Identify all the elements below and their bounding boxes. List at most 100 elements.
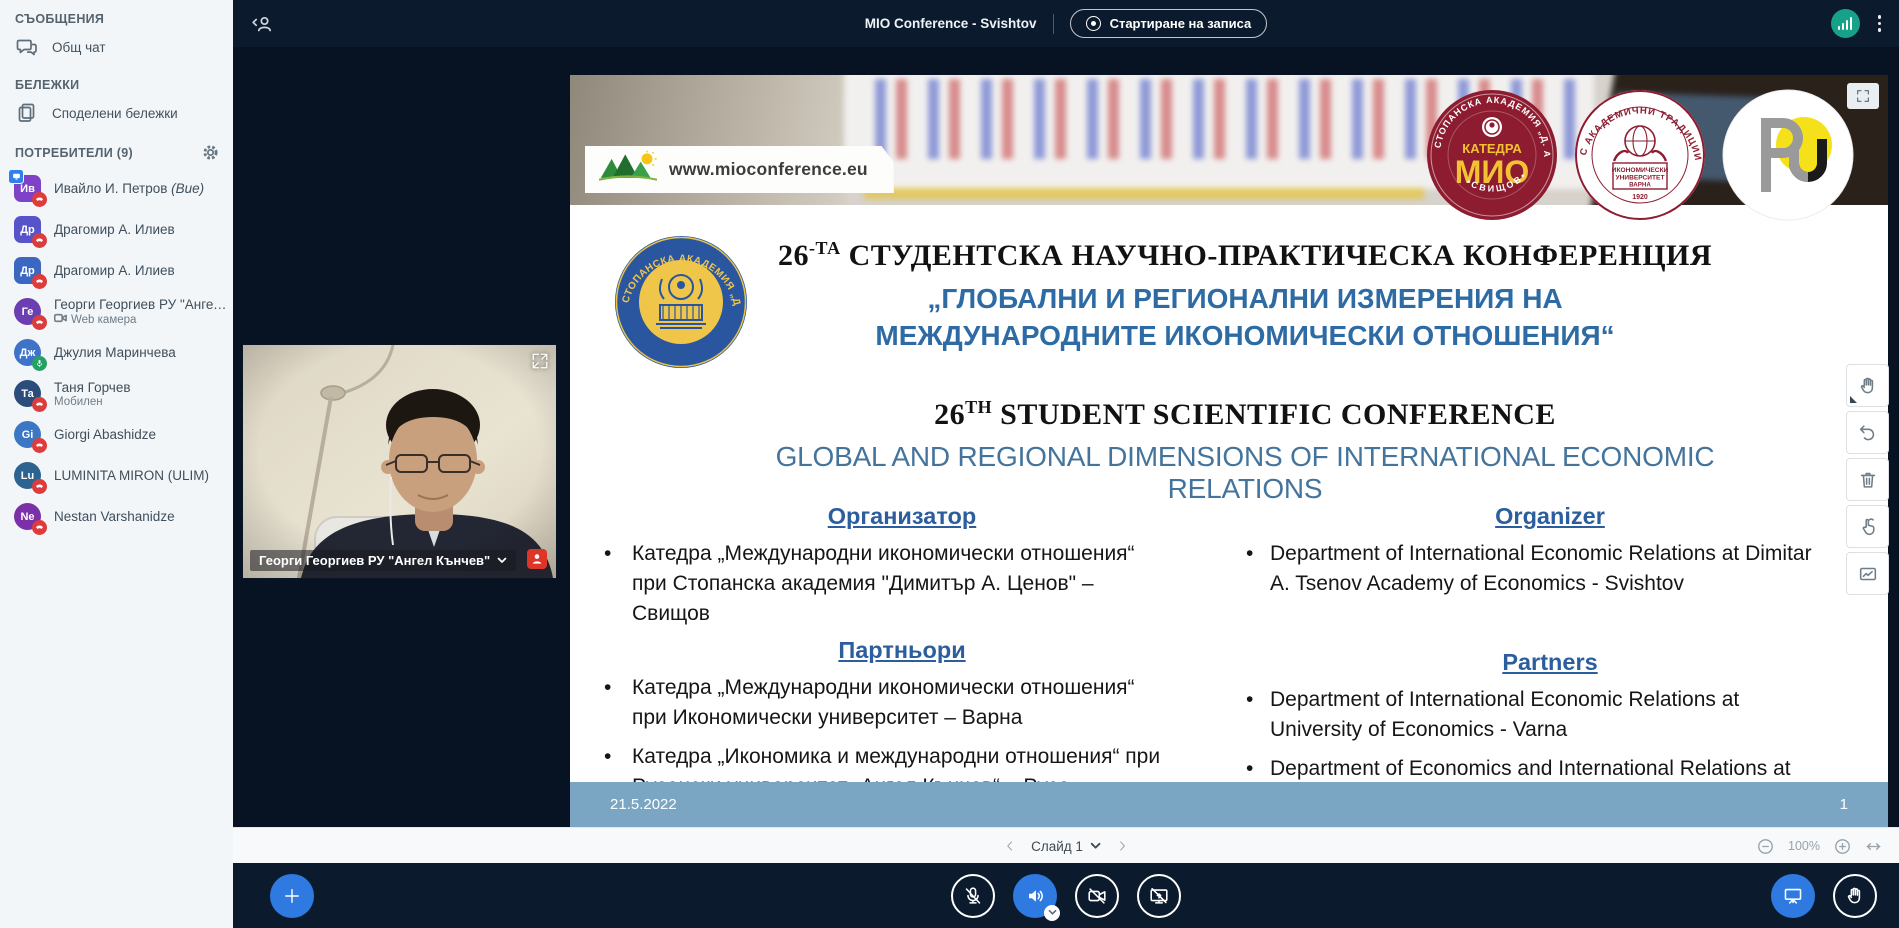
avatar: Та: [14, 380, 41, 407]
zoom-out-button[interactable]: [1756, 837, 1775, 856]
minimize-presentation-button[interactable]: [1771, 874, 1815, 918]
whiteboard-toolbar: [1846, 364, 1889, 595]
pan-tool-button[interactable]: [1846, 364, 1889, 407]
speaker-icon: [1024, 885, 1046, 907]
notes-section-header: БЕЛЕЖКИ: [0, 78, 233, 92]
mute-microphone-button[interactable]: [951, 874, 995, 918]
tsenov-academy-logo: СТОПАНСКА АКАДЕМИЯ „Д. А. ЦЕНОВ“ • Свищо…: [614, 235, 748, 369]
user-list-item[interactable]: Ге Георги Георгиев РУ "Ангел Кънч... Web…: [0, 291, 233, 332]
notes-icon: [15, 101, 39, 125]
start-recording-button[interactable]: Стартиране на записа: [1070, 9, 1268, 38]
avatar: Дж: [14, 339, 41, 366]
undo-annotation-button[interactable]: [1846, 411, 1889, 454]
mobile-status: Мобилен: [54, 396, 131, 408]
listen-only-badge-icon: [32, 274, 47, 289]
sidebar-item-shared-notes[interactable]: Споделени бележки: [0, 92, 233, 134]
listen-only-badge-icon: [32, 520, 47, 535]
public-chat-label: Общ чат: [52, 40, 106, 55]
slide-titles: 26-ТА СТУДЕНТСКА НАУЧНО-ПРАКТИЧЕСКА КОНФ…: [710, 238, 1780, 505]
listen-only-badge-icon: [32, 397, 47, 412]
avatar: Ne: [14, 503, 41, 530]
listen-only-badge-icon: [32, 315, 47, 330]
share-webcam-button[interactable]: [1075, 874, 1119, 918]
presentation-fullscreen-button[interactable]: [1847, 83, 1879, 109]
conference-theme-bg: „ГЛОБАЛНИ И РЕГИОНАЛНИ ИЗМЕРЕНИЯ НА МЕЖД…: [710, 280, 1780, 354]
organizer-bullet: Катедра „Международни икономически отнош…: [592, 539, 1172, 629]
avatar: Gi: [14, 421, 41, 448]
organizer-column-bg: Организатор Катедра „Международни иконом…: [592, 503, 1212, 802]
user-list-item[interactable]: Др Драгомир А. Илиев: [0, 209, 233, 250]
listen-only-badge-icon: [32, 233, 47, 248]
chevron-down-icon: [1090, 842, 1101, 850]
svg-text:ВАРНА: ВАРНА: [1629, 182, 1651, 189]
listen-only-badge-icon: [32, 479, 47, 494]
katedra-mio-logo: СТОПАНСКА АКАДЕМИЯ „Д. А. ЦЕНОВ“ КАТЕДРА…: [1426, 89, 1558, 221]
undo-icon: [1857, 422, 1879, 444]
multiuser-whiteboard-button[interactable]: [1846, 552, 1889, 595]
ruse-university-logo: [1722, 89, 1854, 221]
sidebar: СЪОБЩЕНИЯ Общ чат БЕЛЕЖКИ Споделени беле…: [0, 0, 233, 928]
zoom-in-button[interactable]: [1833, 837, 1852, 856]
presentation-nav-bar: Слайд 1 100%: [233, 827, 1899, 864]
messages-section-header: СЪОБЩЕНИЯ: [0, 12, 233, 26]
partner-bullet: Department of International Economic Rel…: [1234, 685, 1830, 745]
chevron-down-icon: [497, 557, 507, 564]
organizer-header-bg: Организатор: [592, 503, 1212, 530]
actions-plus-button[interactable]: [270, 874, 314, 918]
screenshare-off-icon: [1148, 885, 1170, 907]
user-list-item[interactable]: Gi Giorgi Abashidze: [0, 414, 233, 455]
next-slide-button[interactable]: [1115, 839, 1129, 853]
fit-width-button[interactable]: [1864, 837, 1883, 856]
presenter-badge-icon: [8, 169, 24, 184]
raise-hand-button[interactable]: [1833, 874, 1877, 918]
toggle-userlist-button[interactable]: [249, 12, 275, 36]
bigbluebutton-app: СЪОБЩЕНИЯ Общ чат БЕЛЕЖКИ Споделени беле…: [0, 0, 1899, 928]
presentation-slide[interactable]: www.mioconference.eu СТОПАНСКА АКАДЕМИЯ …: [570, 75, 1888, 827]
audio-settings-button[interactable]: [1013, 874, 1057, 918]
user-list-item[interactable]: Ne Nestan Varshanidze: [0, 496, 233, 537]
users-settings-gear-icon[interactable]: [202, 144, 219, 164]
whiteboard-chart-icon: [1857, 563, 1879, 585]
shared-notes-label: Споделени бележки: [52, 106, 178, 121]
partner-bullet: Катедра „Международни икономически отнош…: [592, 673, 1172, 733]
sidebar-item-public-chat[interactable]: Общ чат: [0, 26, 233, 68]
conference-website-label: www.mioconference.eu: [585, 146, 894, 193]
user-list-item[interactable]: Ив Ивайло И. Петров (Вие): [0, 168, 233, 209]
listen-only-badge-icon: [32, 192, 47, 207]
conference-title-bg: 26-ТА СТУДЕНТСКА НАУЧНО-ПРАКТИЧЕСКА КОНФ…: [710, 238, 1780, 273]
svg-text:1920: 1920: [1632, 194, 1648, 201]
raised-hand-icon: [1844, 885, 1866, 907]
clear-annotations-button[interactable]: [1846, 458, 1889, 501]
zoom-level: 100%: [1787, 839, 1821, 853]
webcam-video[interactable]: Георги Георгиев РУ "Ангел Кънчев": [243, 345, 556, 578]
slide-date: 21.5.2022: [610, 796, 677, 813]
partner-logos: СТОПАНСКА АКАДЕМИЯ „Д. А. ЦЕНОВ“ КАТЕДРА…: [1426, 89, 1854, 221]
avatar: Др: [14, 257, 41, 284]
user-list-item[interactable]: Др Драгомир А. Илиев: [0, 250, 233, 291]
avatar: Lu: [14, 462, 41, 489]
pointer-tool-button[interactable]: [1846, 505, 1889, 548]
slide-page-number: 1: [1840, 796, 1848, 813]
options-menu-button[interactable]: [1874, 11, 1886, 36]
share-screen-button[interactable]: [1137, 874, 1181, 918]
conference-title-en: 26TH STUDENT SCIENTIFIC CONFERENCE: [710, 397, 1780, 432]
previous-slide-button[interactable]: [1003, 839, 1017, 853]
user-list-item[interactable]: Та Таня Горчев Мобилен: [0, 373, 233, 414]
svg-text:ИКОНОМИЧЕСКИ: ИКОНОМИЧЕСКИ: [1612, 167, 1669, 174]
slide-footer: 21.5.2022 1: [570, 782, 1888, 827]
slide-selector-dropdown[interactable]: Слайд 1: [1031, 839, 1101, 854]
top-bar: MIO Conference - Svishtov Стартиране на …: [233, 0, 1899, 47]
webcam-fullscreen-icon[interactable]: [531, 352, 549, 370]
webcam-name-label[interactable]: Георги Георгиев РУ "Ангел Кънчев": [250, 550, 516, 571]
connection-status-icon[interactable]: [1831, 9, 1860, 38]
partners-header-bg: Партньори: [592, 637, 1212, 664]
webcam-scene: [243, 345, 556, 578]
webcam-status-badge: [527, 549, 547, 569]
webcam-mini-icon: [54, 313, 67, 326]
user-list-item[interactable]: Lu LUMINITA MIRON (ULIM): [0, 455, 233, 496]
plus-icon: [282, 886, 302, 906]
meeting-title: MIO Conference - Svishtov: [865, 16, 1037, 31]
hand-icon: [1857, 375, 1879, 397]
audio-options-chevron[interactable]: [1044, 905, 1060, 921]
user-list-item[interactable]: Дж Джулия Маринчева: [0, 332, 233, 373]
